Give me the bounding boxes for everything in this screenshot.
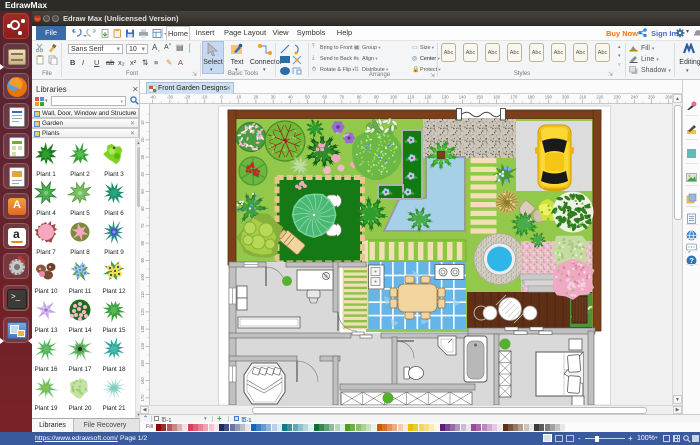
svg-text:10: 10 xyxy=(236,95,241,100)
svg-text:210: 210 xyxy=(579,95,587,100)
svg-text:-40: -40 xyxy=(150,95,157,100)
svg-text:90: 90 xyxy=(374,95,379,100)
svg-text:0: 0 xyxy=(220,95,223,100)
svg-text:240: 240 xyxy=(631,95,639,100)
svg-text:50: 50 xyxy=(140,189,145,194)
svg-text:80: 80 xyxy=(140,240,145,245)
svg-text:20: 20 xyxy=(140,137,145,142)
svg-text:90: 90 xyxy=(140,257,145,262)
svg-text:190: 190 xyxy=(545,95,553,100)
svg-text:140: 140 xyxy=(140,342,145,350)
svg-text:130: 130 xyxy=(140,325,145,333)
svg-text:110: 110 xyxy=(140,291,145,298)
svg-text:-30: -30 xyxy=(167,95,174,100)
svg-text:40: 40 xyxy=(140,171,145,176)
svg-text:60: 60 xyxy=(322,95,327,100)
svg-text:170: 170 xyxy=(510,95,518,100)
svg-text:200: 200 xyxy=(562,95,570,100)
svg-text:70: 70 xyxy=(140,223,145,228)
svg-text:-10: -10 xyxy=(201,95,208,100)
svg-text:40: 40 xyxy=(288,95,293,100)
svg-text:230: 230 xyxy=(614,95,622,100)
svg-text:30: 30 xyxy=(271,95,276,100)
svg-text:10: 10 xyxy=(140,120,145,125)
svg-text:100: 100 xyxy=(140,273,145,281)
svg-text:20: 20 xyxy=(254,95,259,100)
svg-text:150: 150 xyxy=(140,359,145,367)
svg-text:120: 120 xyxy=(140,308,145,316)
svg-text:30: 30 xyxy=(140,154,145,159)
svg-text:170: 170 xyxy=(140,394,145,402)
svg-text:70: 70 xyxy=(340,95,345,100)
svg-text:110: 110 xyxy=(407,95,414,100)
svg-text:130: 130 xyxy=(442,95,450,100)
svg-text:220: 220 xyxy=(596,95,604,100)
svg-text:80: 80 xyxy=(357,95,362,100)
svg-text:-20: -20 xyxy=(184,95,191,100)
svg-text:160: 160 xyxy=(493,95,501,100)
svg-text:150: 150 xyxy=(476,95,484,100)
svg-text:180: 180 xyxy=(528,95,536,100)
svg-text:100: 100 xyxy=(390,95,398,100)
svg-text:140: 140 xyxy=(459,95,467,100)
svg-text:120: 120 xyxy=(424,95,432,100)
svg-text:160: 160 xyxy=(140,377,145,385)
svg-text:250: 250 xyxy=(648,95,656,100)
svg-text:50: 50 xyxy=(305,95,310,100)
svg-text:60: 60 xyxy=(140,206,145,211)
